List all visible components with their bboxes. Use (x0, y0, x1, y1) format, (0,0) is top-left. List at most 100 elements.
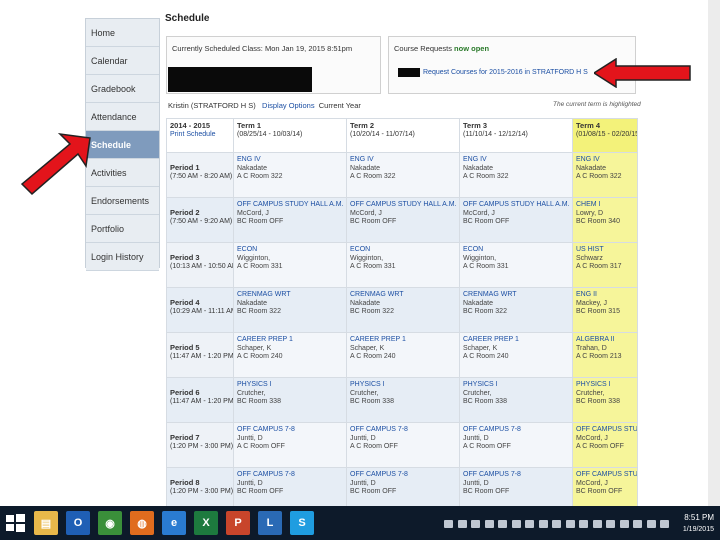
teacher-name[interactable]: Schaper, K (350, 345, 456, 354)
teacher-name[interactable]: Schaper, K (463, 345, 569, 354)
teacher-name[interactable]: Nakadate (463, 300, 569, 309)
power-icon[interactable] (660, 520, 669, 528)
internet-explorer-icon[interactable]: e (162, 511, 186, 535)
windows-start-icon[interactable] (4, 512, 26, 534)
course-name[interactable]: ECON (463, 246, 569, 255)
app-tray-icon[interactable] (457, 520, 467, 528)
flag-icon[interactable] (498, 520, 507, 528)
sidebar-item-gradebook[interactable]: Gradebook (86, 75, 159, 103)
skype-icon[interactable]: S (290, 511, 314, 535)
course-name[interactable]: ENG IV (237, 156, 343, 165)
course-name[interactable]: PHYSICS I (350, 381, 456, 390)
powerpoint-icon[interactable]: P (226, 511, 250, 535)
course-name[interactable]: CHEM I (576, 201, 634, 210)
page-scrollbar[interactable] (708, 0, 720, 506)
sidebar-item-portfolio[interactable]: Portfolio (86, 215, 159, 243)
sidebar-item-calendar[interactable]: Calendar (86, 47, 159, 75)
teacher-name[interactable]: Wigginton, (463, 255, 569, 264)
teacher-name[interactable]: Crutcher, (463, 390, 569, 399)
course-name[interactable]: OFF CAMPUS STU (576, 426, 637, 435)
teacher-name[interactable]: Mackey, J (576, 300, 634, 309)
teacher-name[interactable]: Crutcher, (576, 390, 634, 399)
notification-icon[interactable] (619, 520, 629, 528)
teacher-name[interactable]: Juntti, D (237, 435, 343, 444)
course-name[interactable]: CRENMAG WRT (350, 291, 456, 300)
course-name[interactable]: OFF CAMPUS 7-8 (237, 426, 343, 435)
people-icon[interactable] (471, 520, 480, 528)
display-options-link[interactable]: Display Options (262, 101, 315, 110)
network-icon[interactable] (525, 520, 534, 528)
clock-time[interactable]: 8:51 PM (684, 513, 714, 522)
display-icon[interactable] (511, 520, 521, 528)
course-name[interactable]: ENG IV (463, 156, 569, 165)
teacher-name[interactable]: Nakadate (237, 300, 343, 309)
request-courses-link[interactable]: Request Courses for 2015-2016 in STRATFO… (423, 69, 588, 76)
clock-date[interactable]: 1/19/2015 (683, 526, 714, 533)
course-name[interactable]: OFF CAMPUS STU (576, 471, 637, 480)
course-name[interactable]: CAREER PREP 1 (350, 336, 456, 345)
wifi-icon[interactable] (592, 520, 602, 528)
course-name[interactable]: ENG IV (576, 156, 634, 165)
battery-icon[interactable] (579, 520, 588, 528)
sidebar-item-home[interactable]: Home (86, 19, 159, 47)
course-name[interactable]: ENG II (576, 291, 634, 300)
course-name[interactable]: OFF CAMPUS 7-8 (237, 471, 343, 480)
sidebar-item-endorsements[interactable]: Endorsements (86, 187, 159, 215)
printer-icon[interactable] (538, 520, 548, 528)
teacher-name[interactable]: McCord, J (237, 210, 343, 219)
camera-icon[interactable] (552, 520, 561, 528)
teacher-name[interactable]: Nakadate (463, 165, 569, 174)
file-explorer-icon[interactable]: ▤ (34, 511, 58, 535)
action-center-icon[interactable] (646, 520, 656, 528)
course-name[interactable]: PHYSICS I (576, 381, 634, 390)
print-schedule-link[interactable]: Print Schedule (170, 131, 230, 140)
course-name[interactable]: US HIST (576, 246, 634, 255)
sidebar-item-attendance[interactable]: Attendance (86, 103, 159, 131)
teacher-name[interactable]: Crutcher, (237, 390, 343, 399)
teacher-name[interactable]: Schwarz (576, 255, 634, 264)
teacher-name[interactable]: Trahan, D (576, 345, 634, 354)
teacher-name[interactable]: Nakadate (350, 165, 456, 174)
course-name[interactable]: OFF CAMPUS 7-8 (463, 471, 569, 480)
teacher-name[interactable]: McCord, J (576, 480, 634, 489)
course-name[interactable]: PHYSICS I (463, 381, 569, 390)
teacher-name[interactable]: McCord, J (576, 435, 634, 444)
teacher-name[interactable]: Nakadate (237, 165, 343, 174)
teacher-name[interactable]: Juntti, D (237, 480, 343, 489)
teacher-name[interactable]: Nakadate (350, 300, 456, 309)
speaker-icon[interactable] (633, 520, 642, 528)
teacher-name[interactable]: Wigginton, (237, 255, 343, 264)
course-name[interactable]: CRENMAG WRT (237, 291, 343, 300)
course-name[interactable]: ALGEBRA II (576, 336, 634, 345)
teacher-name[interactable]: Juntti, D (350, 435, 456, 444)
sidebar-item-login-history[interactable]: Login History (86, 243, 159, 271)
course-name[interactable]: OFF CAMPUS STUDY HALL A.M. (463, 201, 570, 210)
course-name[interactable]: OFF CAMPUS 7-8 (350, 426, 456, 435)
teacher-name[interactable]: Wigginton, (350, 255, 456, 264)
course-name[interactable]: PHYSICS I (237, 381, 343, 390)
teacher-name[interactable]: McCord, J (350, 210, 456, 219)
chrome-icon[interactable]: ◉ (98, 511, 122, 535)
lync-icon[interactable]: L (258, 511, 282, 535)
excel-icon[interactable]: X (194, 511, 218, 535)
keyboard-icon[interactable] (444, 520, 453, 528)
firefox-icon[interactable]: ◍ (130, 511, 154, 535)
teacher-name[interactable]: Juntti, D (350, 480, 456, 489)
course-name[interactable]: OFF CAMPUS STUDY HALL A.M. (237, 201, 344, 210)
course-name[interactable]: CAREER PREP 1 (463, 336, 569, 345)
course-name[interactable]: ECON (350, 246, 456, 255)
teacher-name[interactable]: Schaper, K (237, 345, 343, 354)
teacher-name[interactable]: Juntti, D (463, 435, 569, 444)
course-name[interactable]: OFF CAMPUS 7-8 (463, 426, 569, 435)
course-name[interactable]: OFF CAMPUS STUDY HALL A.M. (350, 201, 457, 210)
current-year-tab[interactable]: Current Year (319, 101, 361, 110)
course-name[interactable]: ENG IV (350, 156, 456, 165)
course-name[interactable]: ECON (237, 246, 343, 255)
teacher-name[interactable]: Juntti, D (463, 480, 569, 489)
course-name[interactable]: CRENMAG WRT (463, 291, 569, 300)
outlook-icon[interactable]: O (66, 511, 90, 535)
settings-icon[interactable] (484, 520, 494, 528)
signal-icon[interactable] (606, 520, 615, 528)
sidebar-item-activities[interactable]: Activities (86, 159, 159, 187)
teacher-name[interactable]: McCord, J (463, 210, 569, 219)
